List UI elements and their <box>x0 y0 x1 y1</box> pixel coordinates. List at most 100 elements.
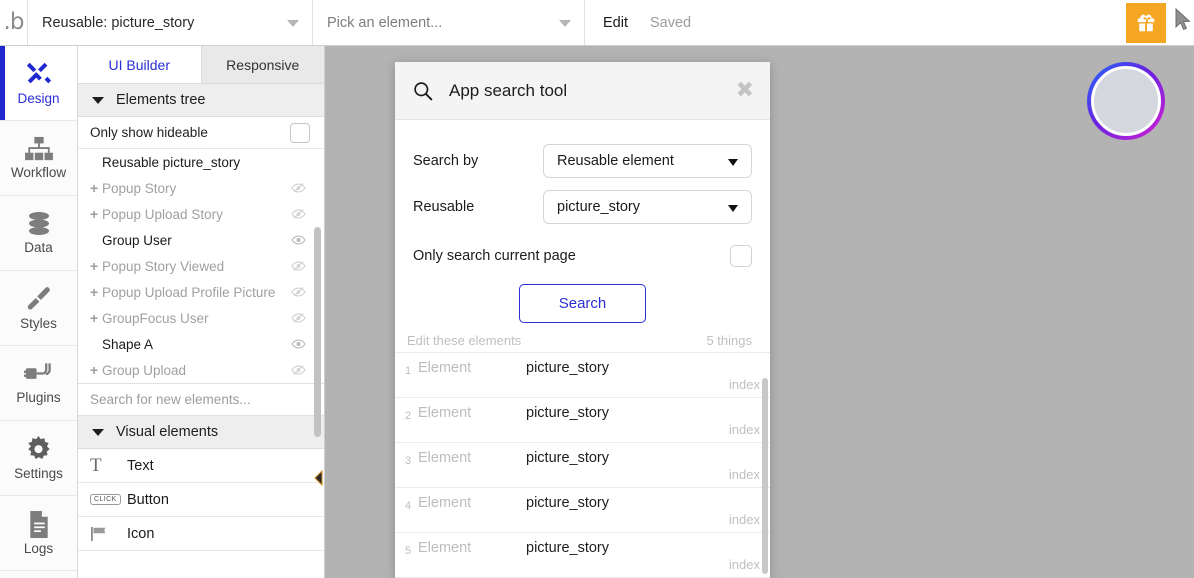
sidebar-item-logs[interactable]: Logs <box>0 496 77 571</box>
app-search-tool-dialog: App search tool ✖ Search by Reusable ele… <box>395 62 770 578</box>
eye-slash-icon[interactable] <box>291 260 306 272</box>
tree-item-group-upload[interactable]: + Group Upload <box>78 357 324 383</box>
results-header: Edit these elements 5 things <box>395 323 770 352</box>
tree-item-popup-story[interactable]: + Popup Story <box>78 175 324 201</box>
sidebar-item-workflow[interactable]: Workflow <box>0 121 77 196</box>
search-button-label: Search <box>558 295 607 312</box>
expand-plus-icon[interactable]: + <box>90 363 101 377</box>
search-by-dropdown[interactable]: Reusable element <box>543 144 752 178</box>
results-list: 1 Element picture_story index 2 Element … <box>395 352 770 578</box>
edit-link[interactable]: Edit <box>603 15 628 31</box>
tree-item-popup-story-viewed[interactable]: + Popup Story Viewed <box>78 253 324 279</box>
tab-ui-builder[interactable]: UI Builder <box>78 46 202 83</box>
tree-item-label: Shape A <box>102 336 154 352</box>
sidebar-item-plugins[interactable]: Plugins <box>0 346 77 421</box>
tree-item-popup-upload-story[interactable]: + Popup Upload Story <box>78 201 324 227</box>
result-page: index <box>728 377 760 392</box>
plug-icon <box>24 363 51 379</box>
sidebar-label-styles: Styles <box>20 316 57 331</box>
only-show-hideable-label: Only show hideable <box>90 125 208 140</box>
dialog-body: Search by Reusable element Reusable pict… <box>395 120 770 323</box>
bubble-logo[interactable]: .b <box>0 0 28 45</box>
tree-item-label: Reusable picture_story <box>102 154 241 170</box>
sidebar-label-design: Design <box>17 91 60 106</box>
elements-tree-title: Elements tree <box>116 92 206 108</box>
sidebar-item-styles[interactable]: Styles <box>0 271 77 346</box>
avatar[interactable] <box>1087 62 1165 140</box>
collapse-left-arrow-icon[interactable] <box>313 470 325 486</box>
search-icon <box>414 81 433 100</box>
visual-elements-header[interactable]: Visual elements <box>78 416 324 449</box>
reusable-dropdown[interactable]: picture_story <box>543 190 752 224</box>
tree-item-reusable-root[interactable]: + Reusable picture_story <box>78 149 324 175</box>
palette-item-icon[interactable]: Icon <box>78 517 324 551</box>
tree-item-label: Group Upload <box>102 362 187 378</box>
only-current-page-label: Only search current page <box>413 248 576 264</box>
result-index: 4 <box>405 500 412 512</box>
result-type: Element <box>418 495 472 511</box>
edit-these-elements-link[interactable]: Edit these elements <box>407 333 521 348</box>
eye-slash-icon[interactable] <box>291 364 306 376</box>
sidebar-label-plugins: Plugins <box>16 390 61 405</box>
reusable-row: Reusable picture_story <box>413 184 752 230</box>
result-page: index <box>728 512 760 527</box>
eye-slash-icon[interactable] <box>291 312 306 324</box>
logo-b-icon: .b <box>3 9 25 35</box>
sidebar-item-settings[interactable]: Settings <box>0 421 77 496</box>
sidebar-label-data: Data <box>24 240 53 255</box>
eye-icon[interactable] <box>291 338 306 350</box>
result-page: index <box>728 557 760 572</box>
tree-item-group-user[interactable]: + Group User <box>78 227 324 253</box>
result-index: 1 <box>405 365 412 377</box>
elements-tree-header[interactable]: Elements tree <box>78 84 324 117</box>
elements-tree-scrollbar[interactable] <box>314 227 321 437</box>
page-selector[interactable]: Reusable: picture_story <box>28 0 313 45</box>
eye-slash-icon[interactable] <box>291 208 306 220</box>
table-row[interactable]: 3 Element picture_story index <box>395 443 770 488</box>
palette-item-button[interactable]: CLICK Button <box>78 483 324 517</box>
expand-plus-icon[interactable]: + <box>90 259 101 273</box>
eye-slash-icon[interactable] <box>291 286 306 298</box>
sidebar-item-data[interactable]: Data <box>0 196 77 271</box>
sidebar-item-design[interactable]: Design <box>0 46 77 121</box>
tab-responsive[interactable]: Responsive <box>201 46 324 83</box>
search-new-elements-input[interactable]: Search for new elements... <box>78 383 324 416</box>
result-name: picture_story <box>526 495 610 511</box>
search-button[interactable]: Search <box>519 284 646 323</box>
flag-icon <box>90 526 116 542</box>
table-row[interactable]: 4 Element picture_story index <box>395 488 770 533</box>
tree-item-groupfocus-user[interactable]: + GroupFocus User <box>78 305 324 331</box>
table-row[interactable]: 5 Element picture_story index <box>395 533 770 578</box>
sidebar-label-logs: Logs <box>23 540 54 556</box>
search-by-label: Search by <box>413 153 479 169</box>
page-selector-value: Reusable: picture_story <box>42 14 195 31</box>
tree-item-label: Popup Upload Story <box>102 206 223 222</box>
tab-responsive-label: Responsive <box>226 56 300 73</box>
table-row[interactable]: 1 Element picture_story index <box>395 353 770 398</box>
chevron-down-icon <box>728 159 738 166</box>
only-current-page-checkbox[interactable] <box>730 245 752 267</box>
cursor-arrow-icon <box>1175 8 1191 31</box>
table-row[interactable]: 2 Element picture_story index <box>395 398 770 443</box>
results-scrollbar[interactable] <box>762 378 768 574</box>
tree-item-shape-a[interactable]: + Shape A <box>78 331 324 357</box>
close-icon[interactable]: ✖ <box>736 79 754 101</box>
tree-item-popup-upload-profile-picture[interactable]: + Popup Upload Profile Picture <box>78 279 324 305</box>
palette-item-text[interactable]: T Text <box>78 449 324 483</box>
chevron-down-icon <box>92 428 104 436</box>
eye-slash-icon[interactable] <box>291 182 306 194</box>
expand-plus-icon[interactable]: + <box>90 181 101 195</box>
expand-plus-icon[interactable]: + <box>90 311 101 325</box>
element-picker[interactable]: Pick an element... <box>313 0 585 45</box>
expand-plus-icon[interactable]: + <box>90 207 101 221</box>
expand-plus-icon[interactable]: + <box>90 285 101 299</box>
chevron-down-icon <box>559 19 571 27</box>
search-by-row: Search by Reusable element <box>413 138 752 184</box>
gift-button[interactable] <box>1126 3 1166 43</box>
eye-icon[interactable] <box>291 234 306 246</box>
chevron-down-icon <box>92 96 104 104</box>
only-show-hideable-checkbox[interactable] <box>290 122 310 143</box>
left-nav-rail: Design Workflow Data Styles Plugins Sett… <box>0 46 78 578</box>
search-button-wrap: Search <box>413 284 752 323</box>
bubble-editor-window: .b Reusable: picture_story Pick an eleme… <box>0 0 1194 578</box>
